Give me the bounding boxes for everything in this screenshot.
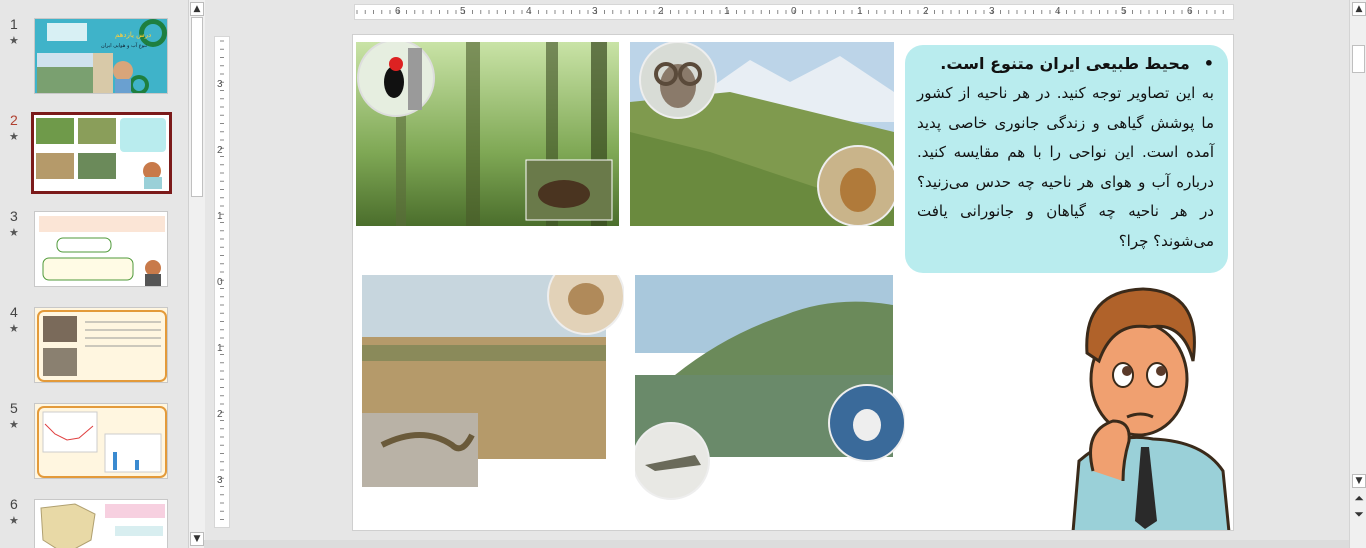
slide-thumbnail-pane: 1 ★ درس یازدهم تنوع آب و هوایی ایران 2 ★ <box>0 0 188 548</box>
next-slide-button[interactable]: ⏷ <box>1352 508 1366 522</box>
slide-3-preview <box>35 212 167 286</box>
vruler-label: 3 <box>217 79 223 90</box>
hruler-label: 1 <box>857 6 863 17</box>
thumbnail-number-6: 6 <box>10 496 18 512</box>
hruler-label: 5 <box>1121 6 1127 17</box>
slide-4-preview <box>35 308 167 382</box>
hruler-label: 4 <box>1055 6 1061 17</box>
thumbnail-scroll-thumb[interactable] <box>191 17 203 197</box>
vruler-label: 0 <box>217 277 223 288</box>
forest-photo[interactable] <box>356 42 619 226</box>
thumbnail-number-2: 2 <box>10 112 18 128</box>
slide-thumbnail-4[interactable] <box>34 307 168 383</box>
slide-text-box[interactable]: • محیط طبیعی ایران متنوع است. به این تصاو… <box>905 45 1228 273</box>
horizontal-ruler: 6 5 4 3 2 1 0 1 2 3 4 5 6 <box>354 4 1234 20</box>
hruler-label: 4 <box>526 6 532 17</box>
vruler-label: 3 <box>217 475 223 486</box>
main-scrollbar[interactable]: ▲ ▼ ⏶ ⏷ <box>1349 0 1366 548</box>
slide-thumbnail-5[interactable] <box>34 403 168 479</box>
slide-2-preview <box>34 115 169 191</box>
slide-1-title: درس یازدهم <box>115 31 151 39</box>
slide-thumbnail-2[interactable] <box>31 112 172 194</box>
hruler-label: 0 <box>791 6 797 17</box>
thumbnail-star-3: ★ <box>9 226 19 239</box>
thumbnail-number-3: 3 <box>10 208 18 224</box>
thumbnail-scrollbar[interactable]: ▲ ▼ <box>188 0 205 548</box>
main-scroll-thumb[interactable] <box>1352 45 1365 73</box>
hruler-label: 2 <box>658 6 664 17</box>
vruler-label: 2 <box>217 409 223 420</box>
slide-thumbnail-1[interactable]: درس یازدهم تنوع آب و هوایی ایران <box>34 18 168 94</box>
horizontal-scrollbar-track <box>204 540 1349 548</box>
slide-1-subtitle: تنوع آب و هوایی ایران <box>101 42 148 49</box>
bullet-marker: • <box>1203 54 1214 73</box>
slide-6-preview <box>35 500 167 548</box>
thumbnail-star-6: ★ <box>9 514 19 527</box>
main-scroll-down-button[interactable]: ▼ <box>1352 474 1366 488</box>
hruler-label: 6 <box>1187 6 1193 17</box>
main-scroll-up-button[interactable]: ▲ <box>1352 2 1366 16</box>
slide-title: محیط طبیعی ایران متنوع است. <box>940 54 1190 73</box>
thumbnail-star-4: ★ <box>9 322 19 335</box>
thinking-character-illustration[interactable] <box>1053 271 1233 530</box>
hruler-label: 5 <box>460 6 466 17</box>
thumbnail-scroll-up-button[interactable]: ▲ <box>190 2 204 16</box>
vertical-ruler: 3 2 1 0 1 2 3 <box>214 36 230 528</box>
thumbnail-star-1: ★ <box>9 34 19 47</box>
hruler-label: 3 <box>592 6 598 17</box>
slide-body-text: به این تصاویر توجه کنید. در هر ناحیه از … <box>917 84 1214 250</box>
slide-5-preview <box>35 404 167 478</box>
mountain-pasture-photo[interactable] <box>630 42 894 226</box>
thumbnail-number-1: 1 <box>10 16 18 32</box>
thumbnail-number-4: 4 <box>10 304 18 320</box>
hruler-label: 1 <box>724 6 730 17</box>
mangrove-coast-photo[interactable] <box>635 275 905 501</box>
hruler-label: 2 <box>923 6 929 17</box>
thumbnail-number-5: 5 <box>10 400 18 416</box>
thumbnail-star-5: ★ <box>9 418 19 431</box>
slide-thumbnail-6[interactable] <box>34 499 168 548</box>
desert-photo[interactable] <box>362 275 624 487</box>
slide-canvas[interactable]: • محیط طبیعی ایران متنوع است. به این تصاو… <box>352 34 1234 531</box>
thumbnail-star-2: ★ <box>9 130 19 143</box>
thumbnail-scroll-down-button[interactable]: ▼ <box>190 532 204 546</box>
slide-thumbnail-3[interactable] <box>34 211 168 287</box>
vruler-label: 1 <box>217 343 223 354</box>
previous-slide-button[interactable]: ⏶ <box>1352 492 1366 506</box>
slide-heading: • محیط طبیعی ایران متنوع است. <box>917 53 1214 75</box>
hruler-label: 3 <box>989 6 995 17</box>
hruler-label: 6 <box>395 6 401 17</box>
vruler-label: 1 <box>217 211 223 222</box>
vruler-label: 2 <box>217 145 223 156</box>
slide-1-preview: درس یازدهم تنوع آب و هوایی ایران <box>35 19 167 93</box>
